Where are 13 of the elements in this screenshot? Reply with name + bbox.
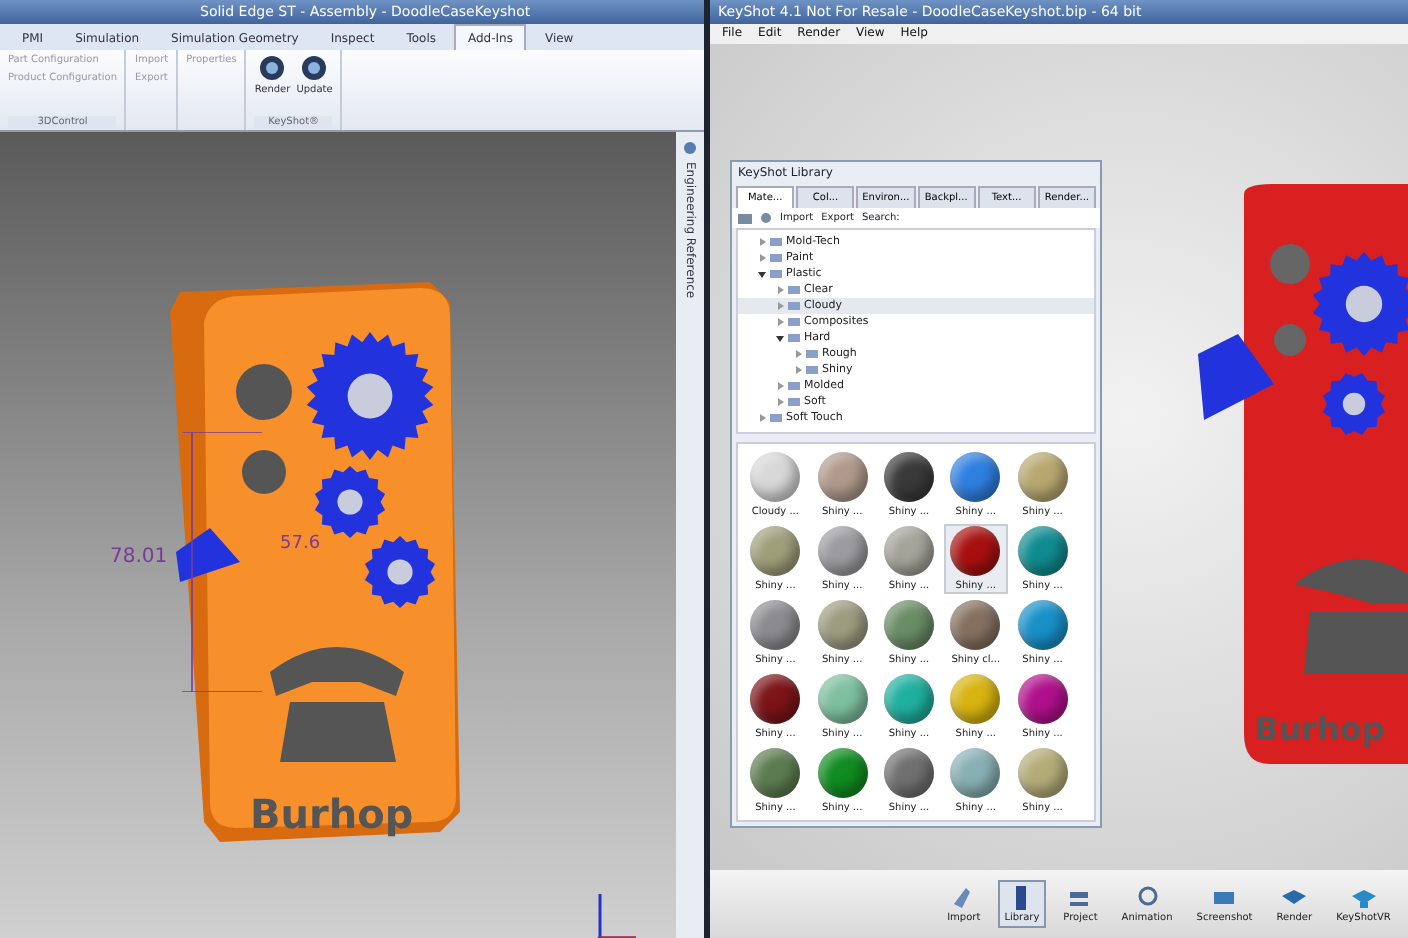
- engraved-text: Burhop: [1254, 710, 1385, 748]
- collapsed-arrow-icon[interactable]: [758, 413, 766, 422]
- toolbar-icon: [1349, 884, 1378, 910]
- dimension-value: 78.01: [110, 546, 168, 566]
- camera-icon: [258, 54, 287, 82]
- camera-icon: [300, 54, 329, 82]
- folder-icon[interactable]: [738, 211, 752, 224]
- toolbar-icon: [1280, 884, 1309, 910]
- engraved-text: Burhop: [250, 790, 414, 838]
- toolbar-icon: [1133, 884, 1162, 910]
- expanded-arrow-icon[interactable]: [776, 333, 784, 342]
- expanded-arrow-icon[interactable]: [758, 269, 766, 278]
- dimension-value: 57.6: [280, 534, 321, 552]
